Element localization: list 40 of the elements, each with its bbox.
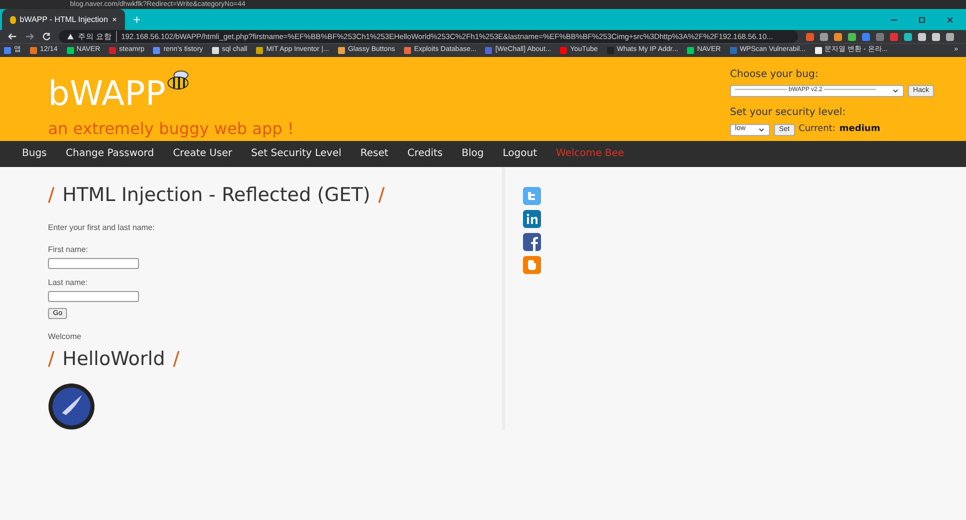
injected-heading: HelloWorld <box>62 346 166 372</box>
nav-link[interactable]: Change Password <box>66 146 154 162</box>
current-level-value: medium <box>839 122 880 136</box>
first-name-field[interactable] <box>48 258 139 268</box>
nav-link[interactable]: Blog <box>462 146 484 162</box>
title-slash: / <box>48 183 54 208</box>
nav-link[interactable]: Bugs <box>22 146 47 162</box>
heading-slash: / <box>173 346 180 372</box>
last-name-field[interactable] <box>48 290 139 302</box>
current-level-label: Current: <box>798 122 836 136</box>
warning-icon[interactable] <box>67 33 74 40</box>
instruction-text: Enter your first and last name: <box>48 222 156 234</box>
site-tagline: an extremely buggy web app ! <box>48 118 294 140</box>
linkedin-icon[interactable] <box>523 210 541 228</box>
nav-link[interactable]: Set Security Level <box>251 146 342 162</box>
page-title: HTML Injection - Reflected (GET) <box>62 183 370 208</box>
facebook-icon[interactable] <box>523 233 541 251</box>
browser-tab[interactable]: bWAPP - HTML Injection <box>2 9 125 30</box>
back-arrow-icon[interactable] <box>8 32 17 41</box>
tab-title: bWAPP - HTML Injection <box>20 14 108 26</box>
choose-bug-label: Choose your bug: <box>730 68 820 82</box>
first-name-label: First name: <box>48 244 90 256</box>
close-icon[interactable] <box>946 16 954 24</box>
blogger-icon[interactable] <box>523 256 541 274</box>
title-slash: / <box>378 183 385 208</box>
site-logo: bWAPP <box>48 74 166 113</box>
dropdown-caret-icon[interactable] <box>892 87 900 94</box>
security-level-label: Set your security level: <box>730 106 847 120</box>
nav-link[interactable]: Credits <box>407 146 443 162</box>
last-name-label: Last name: <box>48 276 89 288</box>
welcome-text: Welcome <box>48 330 82 342</box>
maximize-icon[interactable] <box>918 16 926 24</box>
forward-arrow-icon[interactable] <box>25 32 34 41</box>
nav-link[interactable]: Reset <box>360 146 388 162</box>
heading-slash: / <box>48 346 54 372</box>
reload-icon[interactable] <box>42 32 51 41</box>
nav-link[interactable]: Create User <box>172 146 232 162</box>
welcome-text: Welcome Bee <box>556 147 624 162</box>
dropdown-caret-icon[interactable] <box>758 126 766 133</box>
nav-link[interactable]: Logout <box>502 146 537 162</box>
